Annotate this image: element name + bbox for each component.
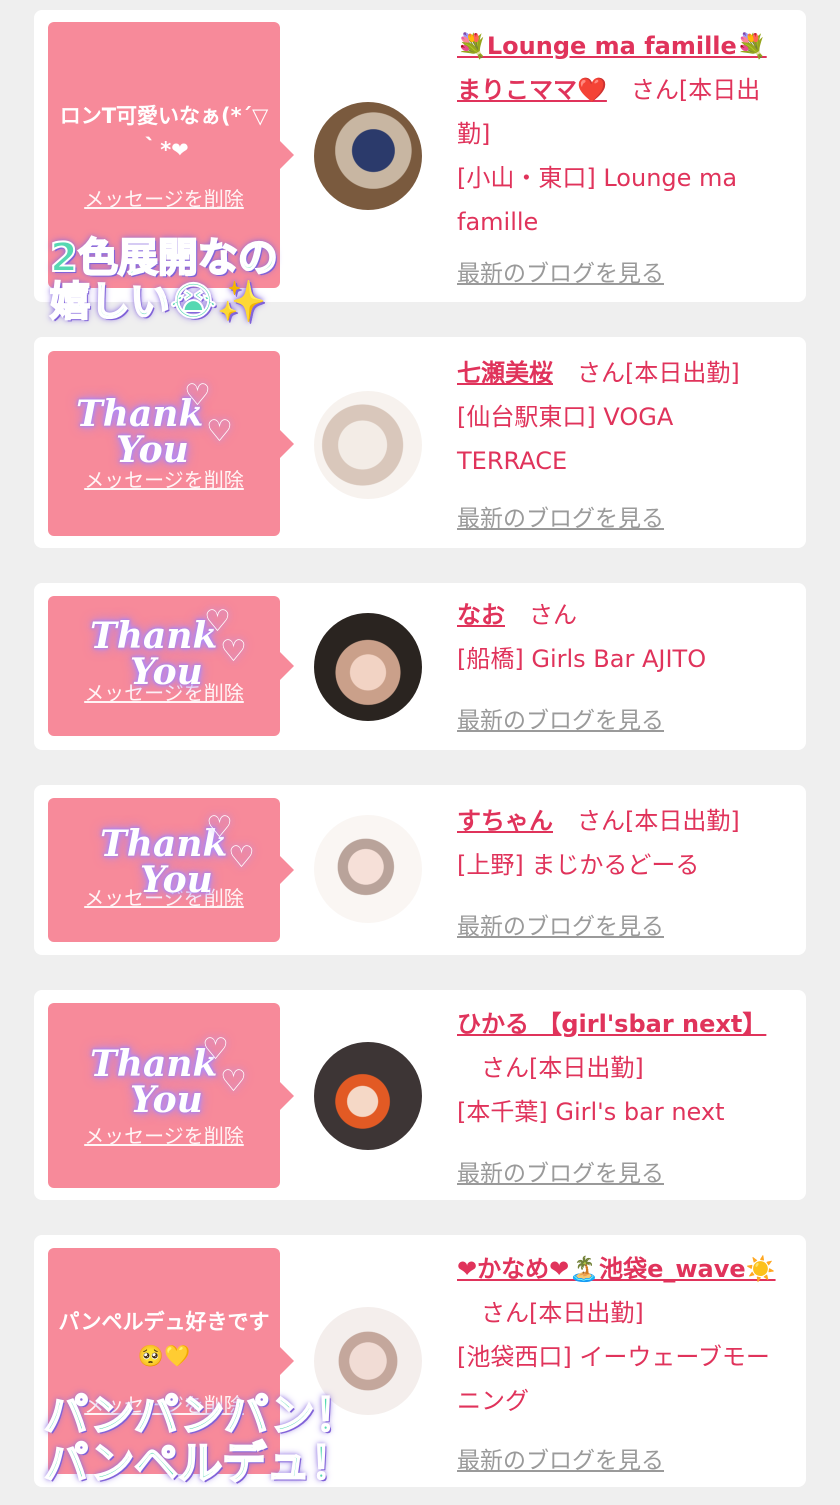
status-label: [本日出勤] — [529, 1054, 644, 1082]
cast-name-link[interactable]: ❤かなめ❤🏝️池袋e_wave☀️ — [457, 1255, 776, 1283]
delete-message-link[interactable]: メッセージを削除 — [84, 183, 244, 212]
avatar[interactable] — [314, 815, 422, 923]
avatar[interactable] — [314, 1307, 422, 1415]
message-bubble: メッセージを削除 — [48, 1003, 294, 1188]
message-bubble: メッセージを削除 — [48, 596, 294, 736]
honorific: さん — [481, 1054, 529, 1082]
message-card: パンペルデュ好きです🥺💛 メッセージを削除 ❤かなめ❤🏝️池袋e_wave☀️ さ… — [34, 1235, 806, 1487]
cast-name-link[interactable]: なお — [457, 601, 505, 629]
honorific: さん — [577, 359, 625, 387]
avatar[interactable] — [314, 1042, 422, 1150]
honorific: さん — [481, 1299, 529, 1327]
cast-name-link[interactable]: すちゃん — [457, 807, 553, 835]
avatar[interactable] — [314, 102, 422, 210]
avatar[interactable] — [314, 391, 422, 499]
message-card: ロンT可愛いなぁ(*´▽｀*❤ メッセージを削除 💐Lounge ma fami… — [34, 10, 806, 302]
avatar[interactable] — [314, 613, 422, 721]
latest-blog-link[interactable]: 最新のブログを見る — [457, 701, 664, 735]
cast-info: なお さん [船橋] Girls Bar AJITO — [457, 593, 787, 681]
shop-label: [船橋] Girls Bar AJITO — [457, 645, 707, 673]
cast-info: ❤かなめ❤🏝️池袋e_wave☀️ さん[本日出勤] [池袋西口] イーウェーブモ… — [457, 1247, 787, 1423]
message-bubble: メッセージを削除 — [48, 798, 294, 942]
latest-blog-link[interactable]: 最新のブログを見る — [457, 907, 664, 941]
shop-label: [仙台駅東口] VOGA TERRACE — [457, 403, 674, 475]
latest-blog-link[interactable]: 最新のブログを見る — [457, 1441, 664, 1475]
delete-message-link[interactable]: メッセージを削除 — [84, 677, 244, 706]
cast-info: 七瀬美桜 さん[本日出勤] [仙台駅東口] VOGA TERRACE — [457, 351, 787, 483]
message-card: メッセージを削除 ひかる 【girl'sbar next】さん[本日出勤] [本… — [34, 990, 806, 1200]
latest-blog-link[interactable]: 最新のブログを見る — [457, 254, 664, 288]
delete-message-link[interactable]: メッセージを削除 — [84, 464, 244, 493]
cast-info: すちゃん さん[本日出勤] [上野] まじかるどーる — [457, 799, 787, 887]
cast-info: ひかる 【girl'sbar next】さん[本日出勤] [本千葉] Girl'… — [457, 1002, 787, 1134]
shop-label: [池袋西口] イーウェーブモーニング — [457, 1343, 770, 1415]
honorific: さん — [630, 76, 679, 104]
message-bubble: メッセージを削除 — [48, 351, 294, 536]
message-card: メッセージを削除 すちゃん さん[本日出勤] [上野] まじかるどーる 最新のブロ… — [34, 785, 806, 955]
message-bubble: パンペルデュ好きです🥺💛 メッセージを削除 — [48, 1248, 294, 1474]
cast-info: 💐Lounge ma famille💐まりこママ❤️ さん[本日出勤] [小山・東… — [457, 24, 787, 244]
cast-name-link[interactable]: 七瀬美桜 — [457, 359, 553, 387]
delete-message-link[interactable]: メッセージを削除 — [84, 1120, 244, 1149]
shop-label: [本千葉] Girl's bar next — [457, 1098, 725, 1126]
message-text: ロンT可愛いなぁ(*´▽｀*❤ — [59, 103, 269, 162]
shop-label: [上野] まじかるどーる — [457, 851, 700, 879]
delete-message-link[interactable]: メッセージを削除 — [84, 1389, 244, 1418]
message-card: メッセージを削除 七瀬美桜 さん[本日出勤] [仙台駅東口] VOGA TERRA… — [34, 337, 806, 548]
shop-label: [小山・東口] Lounge ma famille — [457, 164, 738, 236]
latest-blog-link[interactable]: 最新のブログを見る — [457, 499, 664, 533]
status-label: [本日出勤] — [625, 359, 740, 387]
cast-name-link[interactable]: ひかる 【girl'sbar next】 — [457, 1010, 766, 1038]
message-text: パンペルデュ好きです🥺💛 — [58, 1309, 270, 1368]
status-label: [本日出勤] — [625, 807, 740, 835]
message-bubble: ロンT可愛いなぁ(*´▽｀*❤ メッセージを削除 — [48, 22, 294, 288]
delete-message-link[interactable]: メッセージを削除 — [84, 882, 244, 911]
status-label: [本日出勤] — [529, 1299, 644, 1327]
message-card: メッセージを削除 なお さん [船橋] Girls Bar AJITO 最新のブロ… — [34, 583, 806, 750]
latest-blog-link[interactable]: 最新のブログを見る — [457, 1154, 664, 1188]
honorific: さん — [529, 601, 577, 629]
honorific: さん — [577, 807, 625, 835]
